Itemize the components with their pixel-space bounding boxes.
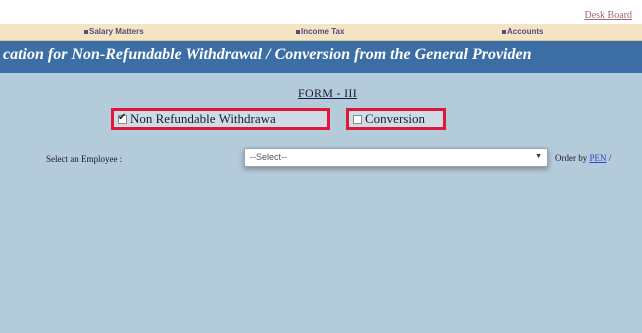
employee-select[interactable]: --Select-- ▼	[244, 148, 548, 167]
title-bar: cation for Non-Refundable Withdrawal / C…	[0, 41, 642, 73]
checkbox-checked-icon[interactable]	[118, 112, 127, 124]
checkbox-icon[interactable]	[353, 114, 362, 124]
menu-item-label: Accounts	[507, 27, 544, 36]
menu-item-income-tax[interactable]: Income Tax	[296, 27, 344, 36]
conversion-option[interactable]: Conversion	[346, 108, 446, 130]
top-strip: Desk Board	[0, 0, 642, 24]
main-content: FORM - III Non Refundable Withdrawa Conv…	[0, 73, 642, 333]
desk-board-link[interactable]: Desk Board	[585, 10, 633, 21]
order-by-separator: /	[608, 153, 612, 163]
employee-label: Select an Employee :	[46, 154, 123, 164]
menu-bar: Salary Matters Income Tax Accounts	[0, 24, 642, 41]
option-label: Conversion	[365, 111, 425, 126]
menu-item-label: Salary Matters	[89, 27, 144, 36]
order-by-label: Order by	[555, 153, 588, 163]
option-label: Non Refundable Withdrawa	[130, 111, 276, 126]
page-title: cation for Non-Refundable Withdrawal / C…	[3, 46, 532, 63]
select-value: --Select--	[250, 152, 288, 162]
menu-item-salary-matters[interactable]: Salary Matters	[84, 27, 144, 36]
order-by-pen-link[interactable]: PEN	[590, 153, 607, 163]
order-by: Order by PEN /	[555, 153, 611, 163]
menu-item-label: Income Tax	[301, 27, 345, 36]
non-refundable-withdrawal-option[interactable]: Non Refundable Withdrawa	[111, 108, 330, 130]
menu-item-accounts[interactable]: Accounts	[502, 27, 543, 36]
menu-bullet-icon	[84, 29, 88, 34]
menu-bullet-icon	[296, 29, 300, 34]
menu-bullet-icon	[502, 29, 506, 34]
form-name: FORM - III	[298, 86, 357, 100]
dropdown-arrow-icon: ▼	[535, 153, 542, 160]
